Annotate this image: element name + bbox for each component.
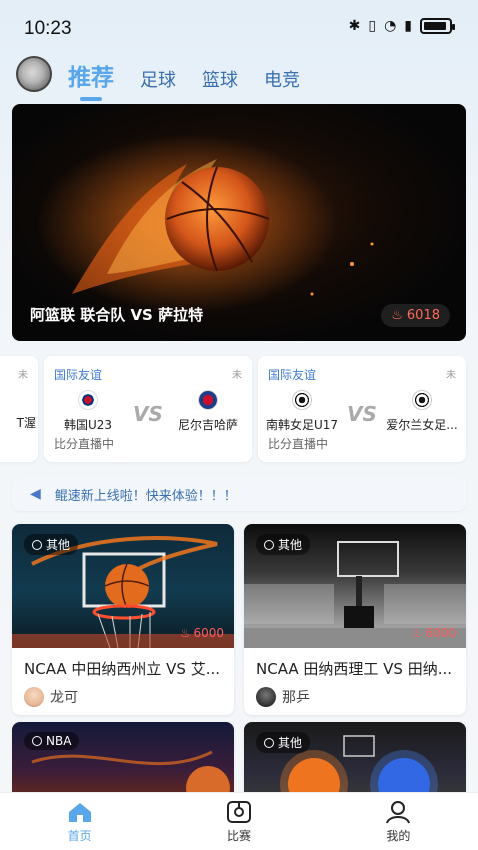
home-icon: [68, 802, 91, 822]
match-card[interactable]: 国际友谊 未 韩国U23 VS 尼尔吉哈萨 比分直播中: [44, 356, 252, 462]
battery-icon: [420, 18, 455, 34]
stream-card[interactable]: 其他: [244, 722, 466, 802]
alert-icon: ▮: [404, 18, 412, 34]
nav-match[interactable]: 比赛: [159, 793, 318, 850]
category-tag-label: 其他: [278, 736, 303, 750]
status-time: 10:23: [24, 18, 72, 39]
user-avatar[interactable]: [16, 56, 52, 92]
team-home-name: 南韩女足U17: [265, 418, 339, 432]
stream-heat: ♨ 6000: [180, 626, 224, 640]
megaphone-icon: ◀: [30, 486, 41, 502]
banner-title: 阿篮联 联合队 VS 萨拉特: [30, 306, 204, 324]
announcement-bar[interactable]: ◀ 鲲速新上线啦！快来体验！！！: [12, 477, 466, 511]
match-team-home: 韩国U23: [48, 390, 128, 433]
match-state: 未: [232, 370, 242, 381]
streamer-info[interactable]: 那乒: [244, 679, 466, 715]
streamer-name: 龙可: [50, 690, 78, 706]
nav-match-label: 比赛: [226, 828, 251, 843]
nav-profile-label: 我的: [386, 828, 411, 843]
tab-recommend[interactable]: 推荐: [68, 58, 114, 92]
stream-thumbnail: NBA: [12, 722, 234, 802]
team-crest-icon: [198, 390, 218, 410]
ball-icon: [264, 539, 274, 550]
team-away-name: 爱尔兰女足...: [386, 418, 458, 432]
announcement-text: 鲲速新上线啦！快来体验！！！: [54, 488, 237, 504]
category-tag: 其他: [24, 534, 79, 555]
status-bar: 10:23 ✱ ▯ ◔ ▮: [0, 0, 478, 56]
stream-card[interactable]: 其他 ♨ 6000 NCAA 田纳西理工 VS 田纳... 那乒: [244, 524, 466, 715]
category-tag: 其他: [256, 534, 311, 555]
tab-esports[interactable]: 电竞: [264, 66, 300, 92]
tab-basketball[interactable]: 篮球: [202, 66, 238, 92]
streamer-avatar: [256, 687, 276, 707]
bottom-navigation: 首页 比赛 我的: [0, 792, 478, 850]
flame-icon: ♨: [391, 308, 403, 323]
category-tag: 其他: [256, 732, 311, 753]
match-card[interactable]: 国际友谊 未 南韩女足U17 VS 爱尔兰女足... 比分直播中: [258, 356, 466, 462]
tab-football[interactable]: 足球: [140, 66, 176, 92]
category-tag-label: 其他: [278, 538, 303, 552]
wifi-icon: ◔: [384, 18, 397, 34]
ball-icon: [32, 539, 42, 550]
nav-home[interactable]: 首页: [0, 793, 159, 850]
match-team-away: 尼尔吉哈萨: [168, 390, 248, 433]
match-team-partial: T渥: [16, 416, 36, 430]
stream-thumbnail: 其他 ♨ 6000: [12, 524, 234, 648]
bluetooth-icon: ✱: [348, 18, 361, 34]
stream-heat: ♨ 6000: [412, 626, 456, 640]
vs-label: VS: [133, 402, 163, 426]
match-live-status: 比分直播中: [54, 437, 115, 451]
category-tabs: 推荐 足球 篮球 电竞: [68, 58, 300, 92]
stream-thumbnail: 其他 ♨ 6000: [244, 524, 466, 648]
stream-thumbnail: 其他: [244, 722, 466, 802]
korea-flag-icon: [78, 390, 98, 410]
vibrate-icon: ▯: [368, 18, 377, 34]
match-icon: [226, 800, 251, 823]
match-team-away: 爱尔兰女足...: [382, 390, 462, 433]
ball-icon: [32, 736, 42, 746]
match-carousel[interactable]: 未 T渥 国际友谊 未 韩国U23 VS 尼尔吉哈萨 比分直播中 国际友谊 未 …: [0, 356, 478, 462]
category-tag-label: NBA: [46, 734, 72, 748]
flame-icon: ♨: [179, 626, 191, 640]
nav-home-label: 首页: [67, 828, 92, 843]
banner-heat-badge: ♨ 6018: [381, 304, 450, 327]
match-live-status: 比分直播中: [268, 437, 329, 451]
streamer-avatar: [24, 687, 44, 707]
category-tag-label: 其他: [46, 538, 71, 552]
match-state: 未: [18, 370, 28, 381]
match-league: 国际友谊: [54, 368, 103, 382]
stream-card[interactable]: NBA: [12, 722, 234, 802]
match-state: 未: [446, 370, 456, 381]
match-team-home: 南韩女足U17: [262, 390, 342, 433]
soccer-ball-icon: [292, 390, 312, 410]
banner-heat-value: 6018: [406, 308, 440, 323]
category-tag: NBA: [24, 732, 80, 750]
stream-heat-value: 6000: [425, 626, 456, 640]
featured-banner[interactable]: 阿篮联 联合队 VS 萨拉特 ♨ 6018: [12, 104, 466, 341]
soccer-ball-icon: [412, 390, 432, 410]
nav-profile[interactable]: 我的: [319, 793, 478, 850]
team-home-name: 韩国U23: [63, 418, 113, 432]
flame-icon: ♨: [411, 626, 423, 640]
stream-heat-value: 6000: [193, 626, 224, 640]
stream-title: NCAA 中田纳西州立 VS 艾...: [24, 660, 221, 678]
streamer-info[interactable]: 龙可: [12, 679, 234, 715]
streamer-name: 那乒: [282, 690, 310, 706]
ball-icon: [264, 737, 274, 748]
stream-card[interactable]: 其他 ♨ 6000 NCAA 中田纳西州立 VS 艾... 龙可: [12, 524, 234, 715]
match-league: 国际友谊: [268, 368, 317, 382]
status-icons: ✱ ▯ ◔ ▮: [348, 18, 455, 34]
profile-icon: [386, 800, 411, 823]
vs-label: VS: [347, 402, 377, 426]
match-card-partial[interactable]: 未 T渥: [0, 356, 38, 462]
stream-title: NCAA 田纳西理工 VS 田纳...: [256, 660, 453, 678]
team-away-name: 尼尔吉哈萨: [177, 418, 238, 432]
